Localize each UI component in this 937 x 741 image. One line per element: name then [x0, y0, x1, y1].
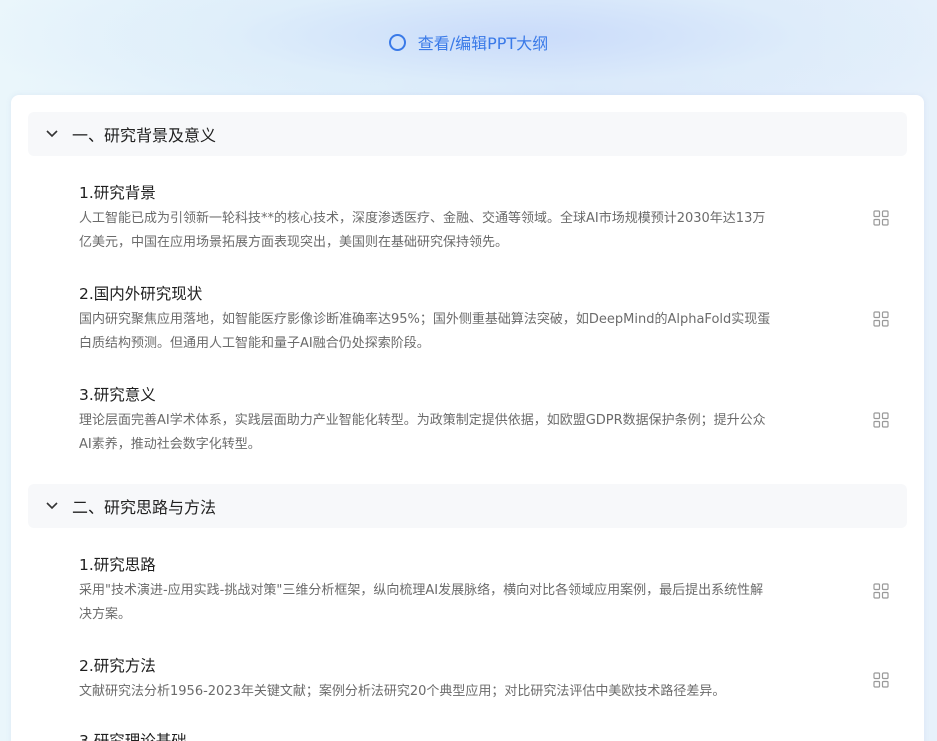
desc-line: AI素养，推动社会数字化转型。 — [79, 437, 261, 452]
grid-icon[interactable] — [873, 412, 889, 428]
item-desc[interactable]: 文献研究法分析1956-2023年关键文献；案例分析法研究20个典型应用；对比研… — [79, 680, 864, 704]
item-desc[interactable]: 人工智能已成为引领新一轮科技**的核心技术，深度渗透医疗、金融、交通等领域。全球… — [79, 207, 864, 255]
grid-icon[interactable] — [873, 210, 889, 226]
desc-line: 亿美元，中国在应用场景拓展方面表现突出，美国则在基础研究保持领先。 — [79, 235, 509, 250]
circle-icon — [388, 33, 406, 51]
item-desc[interactable]: 采用"技术演进-应用实践-挑战对策"三维分析框架，纵向梳理AI发展脉络，横向对比… — [79, 579, 864, 627]
item-title[interactable]: 1.研究背景 — [79, 181, 864, 205]
outline-item[interactable]: 1.研究思路 采用"技术演进-应用实践-挑战对策"三维分析框架，纵向梳理AI发展… — [79, 553, 864, 627]
item-title[interactable]: 3.研究意义 — [79, 383, 864, 407]
section-header-2[interactable]: 二、研究思路与方法 — [28, 484, 907, 528]
outline-item[interactable]: 2.研究方法 文献研究法分析1956-2023年关键文献；案例分析法研究20个典… — [79, 654, 864, 704]
chevron-down-icon[interactable] — [42, 496, 62, 516]
item-title[interactable]: 1.研究思路 — [79, 553, 864, 577]
desc-line: 国内研究聚焦应用落地，如智能医疗影像诊断准确率达95%；国外侧重基础算法突破，如… — [79, 312, 771, 327]
desc-line: 决方案。 — [79, 607, 132, 622]
desc-line: 人工智能已成为引领新一轮科技**的核心技术，深度渗透医疗、金融、交通等领域。全球… — [79, 211, 766, 226]
header-title: 查看/编辑PPT大纲 — [417, 34, 549, 53]
chevron-down-icon[interactable] — [42, 124, 62, 144]
section-title: 二、研究思路与方法 — [72, 498, 217, 517]
outline-item[interactable]: 1.研究背景 人工智能已成为引领新一轮科技**的核心技术，深度渗透医疗、金融、交… — [79, 181, 864, 255]
item-desc[interactable]: 国内研究聚焦应用落地，如智能医疗影像诊断准确率达95%；国外侧重基础算法突破，如… — [79, 308, 864, 356]
outline-item[interactable]: 3.研究理论基础 — [79, 729, 864, 741]
outline-item[interactable]: 3.研究意义 理论层面完善AI学术体系，实践层面助力产业智能化转型。为政策制定提… — [79, 383, 864, 457]
grid-icon[interactable] — [873, 583, 889, 599]
desc-line: 白质结构预测。但通用人工智能和量子AI融合仍处探索阶段。 — [79, 336, 430, 351]
item-desc[interactable]: 理论层面完善AI学术体系，实践层面助力产业智能化转型。为政策制定提供依据，如欧盟… — [79, 409, 864, 457]
item-title[interactable]: 2.研究方法 — [79, 654, 864, 678]
section-header-1[interactable]: 一、研究背景及意义 — [28, 112, 907, 156]
desc-line: 理论层面完善AI学术体系，实践层面助力产业智能化转型。为政策制定提供依据，如欧盟… — [79, 413, 766, 428]
grid-icon[interactable] — [873, 311, 889, 327]
outline-item[interactable]: 2.国内外研究现状 国内研究聚焦应用落地，如智能医疗影像诊断准确率达95%；国外… — [79, 282, 864, 356]
desc-line: 文献研究法分析1956-2023年关键文献；案例分析法研究20个典型应用；对比研… — [79, 684, 726, 699]
outline-card: 一、研究背景及意义 1.研究背景 人工智能已成为引领新一轮科技**的核心技术，深… — [11, 95, 924, 741]
desc-line: 采用"技术演进-应用实践-挑战对策"三维分析框架，纵向梳理AI发展脉络，横向对比… — [79, 583, 764, 598]
grid-icon[interactable] — [873, 672, 889, 688]
outline-header[interactable]: 查看/编辑PPT大纲 — [0, 27, 937, 57]
section-title: 一、研究背景及意义 — [72, 126, 217, 145]
item-title[interactable]: 2.国内外研究现状 — [79, 282, 864, 306]
item-title[interactable]: 3.研究理论基础 — [79, 729, 864, 741]
